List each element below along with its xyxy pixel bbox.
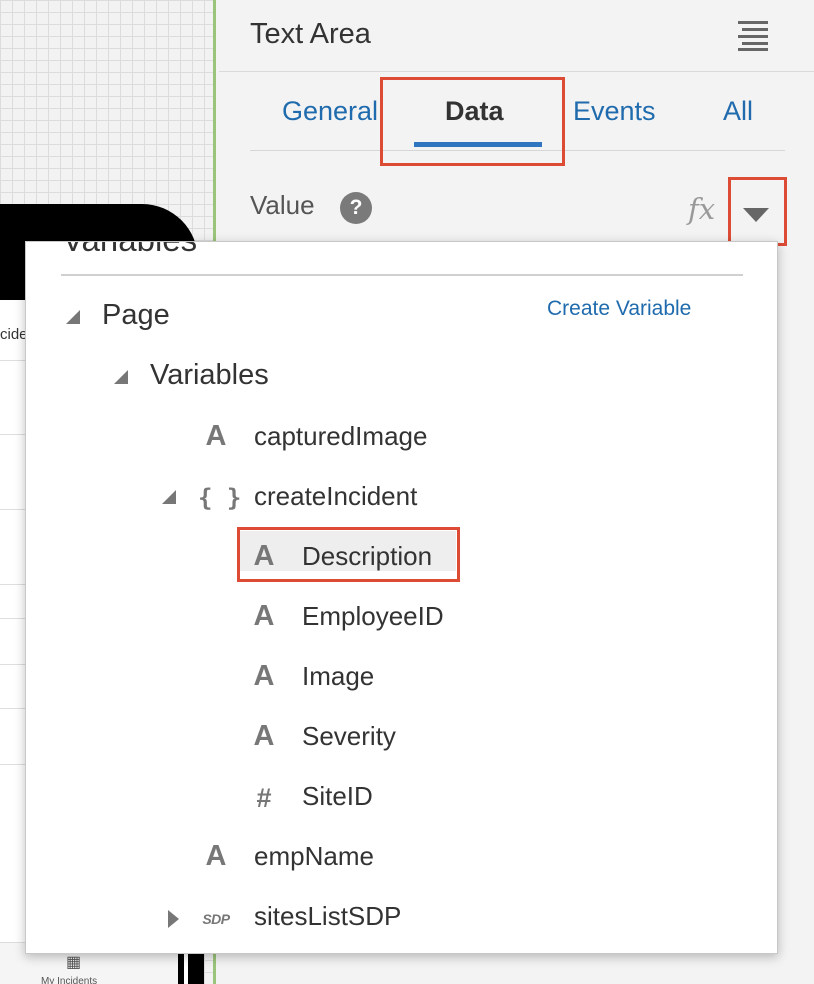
value-label: Value xyxy=(250,190,315,220)
tab-general[interactable]: General xyxy=(282,96,378,127)
popup-divider xyxy=(61,274,743,276)
expanded-triangle-icon[interactable] xyxy=(66,310,80,324)
tree-item-label: capturedImage xyxy=(254,421,428,451)
tree-item-variables[interactable]: Variables xyxy=(114,359,514,399)
collapsed-triangle-icon[interactable] xyxy=(168,910,179,928)
tree-item-capturedImage[interactable]: A capturedImage xyxy=(198,419,598,459)
sdp-type-icon: SDP xyxy=(202,911,230,927)
hamburger-menu-icon[interactable] xyxy=(734,21,768,51)
tree-item-Severity[interactable]: A Severity xyxy=(246,719,546,759)
tree-item-label: EmployeeID xyxy=(302,601,444,631)
tree-item-sitesListSDP[interactable]: SDP sitesListSDP xyxy=(166,899,566,939)
tab-events[interactable]: Events xyxy=(573,96,656,127)
tree-item-label: sitesListSDP xyxy=(254,901,402,931)
tree-item-empName[interactable]: A empName xyxy=(198,839,598,879)
tab-my-incidents[interactable]: My Incidents xyxy=(41,976,97,984)
tree-item-label: Severity xyxy=(302,721,396,751)
tree-item-page[interactable]: Page xyxy=(66,299,466,339)
tree-item-label: Variables xyxy=(150,359,269,391)
tree-item-label: Page xyxy=(102,299,170,331)
tree-item-label: SiteID xyxy=(302,781,373,811)
string-type-icon: A xyxy=(253,660,275,692)
string-type-icon: A xyxy=(205,420,227,452)
expanded-triangle-icon[interactable] xyxy=(114,370,128,384)
header-divider xyxy=(219,71,814,72)
table-column-label: cide xyxy=(0,326,28,343)
string-type-icon: A xyxy=(253,600,275,632)
tree-item-Image[interactable]: A Image xyxy=(246,659,546,699)
help-icon[interactable]: ? xyxy=(340,192,372,224)
string-type-icon: A xyxy=(205,840,227,872)
expanded-triangle-icon[interactable] xyxy=(162,490,176,504)
tree-item-label: createIncident xyxy=(254,481,418,511)
list-icon[interactable]: ▦ xyxy=(66,955,81,971)
tree-item-createIncident[interactable]: { } createIncident xyxy=(162,479,562,519)
number-type-icon: # xyxy=(256,783,272,813)
description-highlight xyxy=(237,527,460,582)
object-type-icon: { } xyxy=(198,484,242,512)
tab-all[interactable]: All xyxy=(723,96,753,127)
tree-item-label: Image xyxy=(302,661,375,691)
popup-heading: Variables xyxy=(62,242,197,259)
panel-title: Text Area xyxy=(250,18,371,50)
expression-fx-icon[interactable]: fx xyxy=(688,192,715,226)
variables-picker-popup: Variables Create Variable Page Variables… xyxy=(25,241,778,954)
tree-item-label: empName xyxy=(254,841,374,871)
tree-item-EmployeeID[interactable]: A EmployeeID xyxy=(246,599,546,639)
data-tab-highlight xyxy=(380,77,565,166)
string-type-icon: A xyxy=(253,720,275,752)
dropdown-highlight xyxy=(728,177,787,246)
tree-item-SiteID[interactable]: # SiteID xyxy=(246,779,546,819)
create-variable-link[interactable]: Create Variable xyxy=(547,297,691,321)
